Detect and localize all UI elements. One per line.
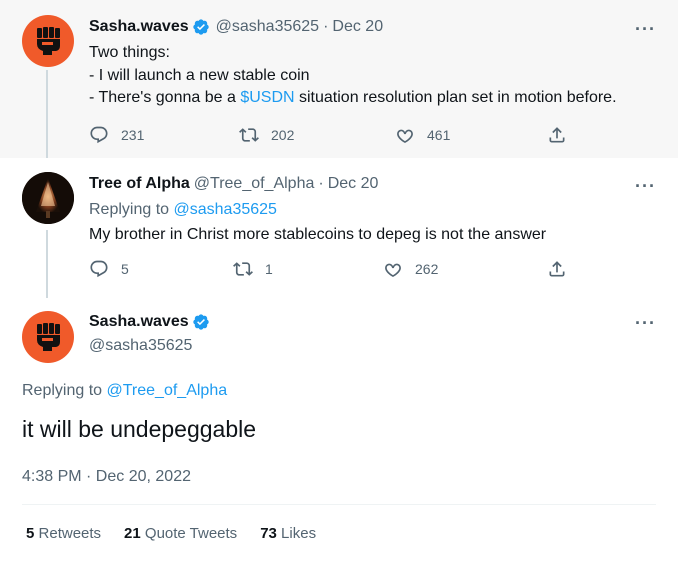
share-icon <box>549 261 565 277</box>
like-count: 262 <box>415 261 439 277</box>
more-icon[interactable]: ··· <box>635 20 656 38</box>
likes-label: Likes <box>281 525 317 542</box>
thread-line <box>46 230 48 302</box>
tweet-date[interactable]: Dec 20 <box>332 18 383 36</box>
replying-handle-link[interactable]: @Tree_of_Alpha <box>107 382 228 399</box>
avatar-tree-of-alpha[interactable] <box>22 172 74 224</box>
retweets-count: 5 <box>26 525 35 542</box>
tweet-line: Two things: <box>89 44 170 61</box>
tree-avatar-image <box>22 172 74 224</box>
tweet-date[interactable]: Dec 20 <box>328 175 379 193</box>
tweet-header: Tree of Alpha @Tree_of_Alpha · Dec 20 <box>89 175 378 193</box>
likes-count: 73 <box>260 525 277 542</box>
display-name[interactable]: Sasha.waves <box>89 18 189 36</box>
quote-tweets-stat[interactable]: 21 Quote Tweets <box>124 525 237 542</box>
reply-icon <box>90 260 108 278</box>
replying-to: Replying to @sasha35625 <box>89 199 277 222</box>
tweet-text: My brother in Christ more stablecoins to… <box>89 226 547 243</box>
like-count: 461 <box>427 127 451 143</box>
divider <box>22 504 656 505</box>
engagement-stats: 5 Retweets 21 Quote Tweets 73 Likes <box>26 525 339 542</box>
fist-icon <box>37 323 60 351</box>
like-icon <box>397 129 413 143</box>
tweet-2[interactable]: Tree of Alpha @Tree_of_Alpha · Dec 20 ··… <box>0 158 678 302</box>
display-name[interactable]: Tree of Alpha <box>89 175 190 193</box>
fist-icon <box>37 27 60 55</box>
like-icon <box>385 263 401 277</box>
handle[interactable]: @Tree_of_Alpha <box>194 175 315 193</box>
tweet-header: Sasha.waves <box>89 313 212 331</box>
like-button[interactable]: 461 <box>395 125 450 145</box>
retweet-icon <box>239 128 259 142</box>
retweets-label: Retweets <box>38 525 102 542</box>
reply-count: 231 <box>121 127 145 143</box>
tweet-3-focused: Sasha.waves @sasha35625 ··· Replying to … <box>0 298 678 563</box>
tweet-line: - I will launch a new stable coin <box>89 66 310 84</box>
retweet-button[interactable]: 202 <box>239 125 294 145</box>
share-button[interactable] <box>547 125 579 145</box>
tweet-1[interactable]: Sasha.waves @sasha35625 · Dec 20 ··· Two… <box>0 0 678 162</box>
more-icon[interactable]: ··· <box>635 177 656 195</box>
tweet-timestamp[interactable]: 4:38 PM · Dec 20, 2022 <box>22 466 191 489</box>
reply-icon <box>90 126 108 144</box>
share-button[interactable] <box>547 259 579 279</box>
tweet-line: - There's gonna be a $USDN situation res… <box>89 87 617 110</box>
verified-badge-icon <box>192 314 209 330</box>
separator: · <box>323 18 329 35</box>
display-name[interactable]: Sasha.waves <box>89 313 189 331</box>
replying-to: Replying to @Tree_of_Alpha <box>22 380 227 403</box>
thread-line <box>46 70 48 162</box>
cashtag-link[interactable]: $USDN <box>240 89 294 106</box>
reply-button[interactable]: 5 <box>89 259 129 279</box>
tweet-actions: 231 202 461 <box>89 125 678 147</box>
tweet-line-suffix: situation resolution plan set in motion … <box>294 89 617 106</box>
tweet-text: it will be undepeggable <box>22 416 257 442</box>
replying-prefix: Replying to <box>89 201 174 218</box>
handle[interactable]: @sasha35625 <box>89 335 192 358</box>
tweet-actions: 5 1 262 <box>89 259 678 281</box>
retweet-count: 202 <box>271 127 295 143</box>
likes-stat[interactable]: 73 Likes <box>260 525 316 542</box>
reply-count: 5 <box>121 261 129 277</box>
separator: · <box>318 175 324 192</box>
retweet-button[interactable]: 1 <box>233 259 273 279</box>
quotes-count: 21 <box>124 525 141 542</box>
tweet-text: Two things: - I will launch a new stable… <box>89 42 617 110</box>
share-icon <box>549 127 565 143</box>
avatar-sasha[interactable] <box>22 15 74 67</box>
tweet-line-prefix: - There's gonna be a <box>89 89 241 106</box>
tweet-header: Sasha.waves @sasha35625 · Dec 20 <box>89 18 383 36</box>
quotes-label: Quote Tweets <box>144 525 238 542</box>
replying-handle-link[interactable]: @sasha35625 <box>174 201 277 218</box>
more-icon[interactable]: ··· <box>635 314 656 332</box>
avatar-sasha[interactable] <box>22 311 74 363</box>
retweet-count: 1 <box>265 261 273 277</box>
retweets-stat[interactable]: 5 Retweets <box>26 525 101 542</box>
reply-button[interactable]: 231 <box>89 125 144 145</box>
verified-badge-icon <box>192 19 209 35</box>
handle[interactable]: @sasha35625 <box>216 18 319 36</box>
replying-prefix: Replying to <box>22 382 107 399</box>
like-button[interactable]: 262 <box>383 259 438 279</box>
retweet-icon <box>233 262 253 276</box>
